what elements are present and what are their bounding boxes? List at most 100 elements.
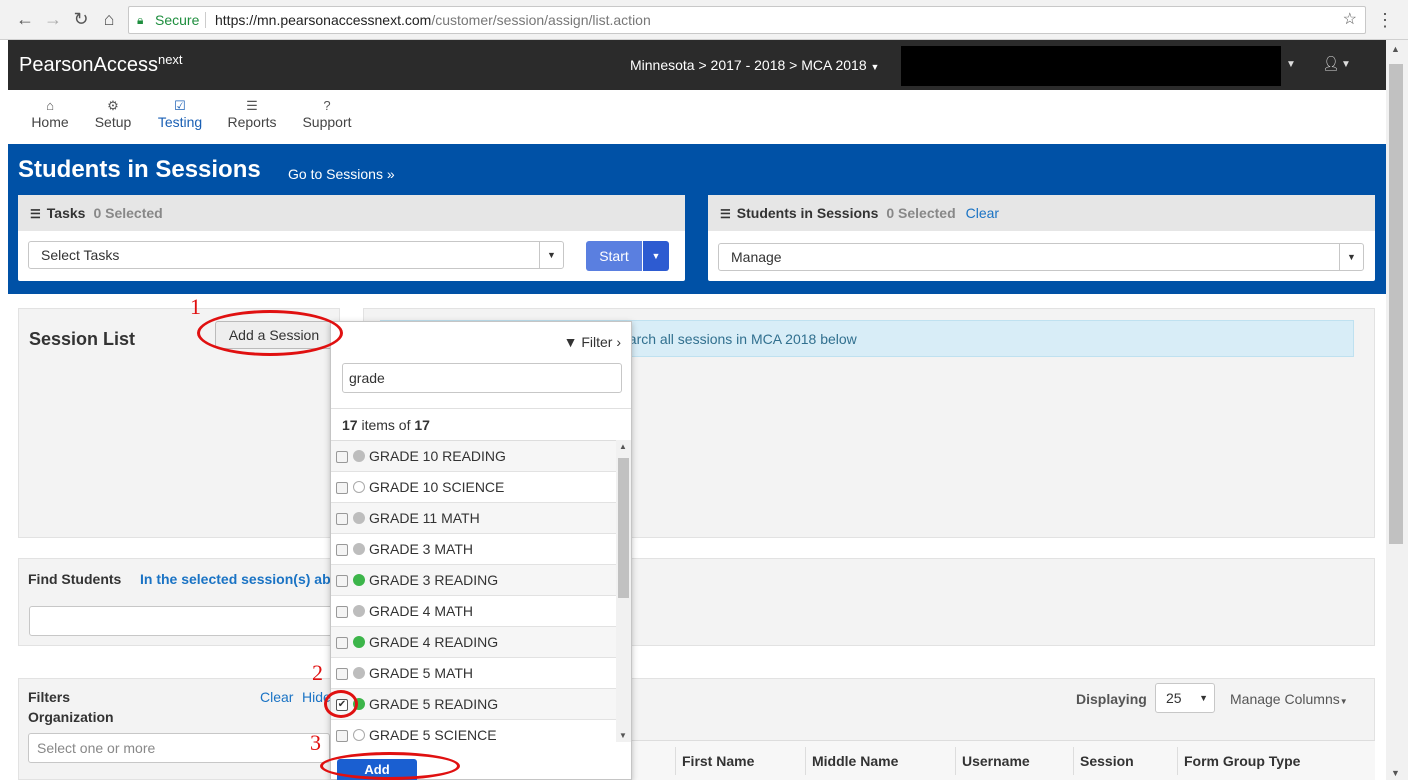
back-icon[interactable]: ← <box>14 9 36 30</box>
item-checkbox[interactable] <box>336 544 348 556</box>
url-text: https://mn.pearsonaccessnext.com/custome… <box>215 7 651 33</box>
scroll-thumb[interactable] <box>618 458 629 598</box>
start-button[interactable]: Start <box>586 241 642 271</box>
nav-reports[interactable]: ☰ Reports <box>226 98 278 130</box>
count-total: 17 <box>414 417 430 433</box>
lock-icon: 🔒︎ <box>137 13 144 27</box>
list-item[interactable]: GRADE 5 SCIENCE <box>331 720 616 742</box>
filters-clear-link[interactable]: Clear <box>260 689 293 705</box>
organization-label: Organization <box>28 709 114 725</box>
scroll-down-icon[interactable]: ▼ <box>1391 768 1400 778</box>
list-item[interactable]: GRADE 3 MATH <box>331 534 616 565</box>
browser-menu-icon[interactable]: ⋮ <box>1376 10 1394 31</box>
item-checkbox[interactable] <box>336 575 348 587</box>
students-in-sessions-panel: ☰ Students in Sessions 0 Selected Clear Man… <box>708 195 1375 281</box>
col-middle-name[interactable]: Middle Name <box>805 747 955 775</box>
annotation-oval <box>324 690 358 718</box>
per-page-select[interactable]: 25 ▼ <box>1155 683 1215 713</box>
col-username[interactable]: Username <box>955 747 1073 775</box>
org-breadcrumb[interactable]: Minnesota > 2017 - 2018 > MCA 2018 ▼ <box>630 57 879 73</box>
col-session[interactable]: Session <box>1073 747 1177 775</box>
manage-value: Manage <box>731 249 782 265</box>
page-header: Students in Sessions Go to Sessions » ☰ T… <box>8 144 1386 304</box>
select-tasks-value: Select Tasks <box>41 247 120 263</box>
count-shown: 17 <box>342 417 358 433</box>
tasks-panel-header: ☰ Tasks 0 Selected <box>18 195 685 231</box>
list-item[interactable]: ✔ GRADE 5 READING <box>331 689 616 720</box>
organization-select[interactable]: Select one or more <box>28 733 330 763</box>
breadcrumb-text: Minnesota > 2017 - 2018 > MCA 2018 <box>630 57 867 73</box>
nav-testing-label: Testing <box>157 114 203 130</box>
chevron-down-icon[interactable]: ▼ <box>1286 59 1296 70</box>
page-scroll-thumb[interactable] <box>1389 64 1403 544</box>
list-item[interactable]: GRADE 3 READING <box>331 565 616 596</box>
item-checkbox[interactable] <box>336 513 348 525</box>
filter-toggle[interactable]: ▼ Filter › <box>564 334 621 350</box>
manage-columns-label: Manage Columns <box>1230 691 1340 707</box>
select-tasks-dropdown[interactable]: Select Tasks ▼ <box>28 241 564 269</box>
item-checkbox[interactable] <box>336 451 348 463</box>
list-item[interactable]: GRADE 4 READING <box>331 627 616 658</box>
start-dropdown-toggle[interactable]: ▼ <box>643 241 669 271</box>
item-label: GRADE 5 SCIENCE <box>369 727 497 742</box>
list-icon: ☰ <box>30 207 41 221</box>
forward-icon[interactable]: → <box>42 9 64 30</box>
main-nav: ⌂ Home ⚙ Setup ☑ Testing ☰ Reports ? Sup… <box>8 90 1386 144</box>
list-item[interactable]: GRADE 10 SCIENCE <box>331 472 616 503</box>
col-form-group-type[interactable]: Form Group Type <box>1177 747 1375 775</box>
go-to-sessions-link[interactable]: Go to Sessions » <box>288 166 395 182</box>
nav-setup[interactable]: ⚙ Setup <box>92 98 134 130</box>
chevron-down-icon: ▼ <box>651 251 661 261</box>
reload-icon[interactable]: ↻ <box>70 9 92 30</box>
home-icon: ⌂ <box>46 98 54 113</box>
manage-columns-dropdown[interactable]: Manage Columns▼ <box>1230 691 1348 707</box>
sis-title: Students in Sessions <box>736 205 879 221</box>
sis-selected-count: 0 Selected <box>886 205 956 221</box>
list-item[interactable]: GRADE 10 READING <box>331 441 616 472</box>
status-dot-icon <box>353 605 365 617</box>
brand-logo[interactable]: PearsonAccessnext <box>19 52 183 77</box>
annotation-number: 1 <box>190 294 201 319</box>
session-search-input[interactable]: grade <box>342 363 622 393</box>
scroll-up-icon[interactable]: ▲ <box>619 442 627 451</box>
bookmark-star-icon[interactable]: ☆ <box>1343 7 1357 33</box>
col-first-name[interactable]: First Name <box>675 747 805 775</box>
chevron-down-icon[interactable]: ▼ <box>1341 59 1351 70</box>
scroll-down-icon[interactable]: ▼ <box>619 731 627 740</box>
popup-divider <box>331 408 631 409</box>
list-icon: ☰ <box>246 98 258 113</box>
scroll-up-icon[interactable]: ▲ <box>1391 44 1400 54</box>
item-checkbox[interactable] <box>336 606 348 618</box>
sis-clear-link[interactable]: Clear <box>966 205 999 221</box>
item-checkbox[interactable] <box>336 668 348 680</box>
nav-support[interactable]: ? Support <box>300 98 354 130</box>
find-students-input[interactable] <box>29 606 359 636</box>
chevron-down-icon: ▼ <box>1199 693 1208 703</box>
status-dot-icon <box>353 667 365 679</box>
nav-testing[interactable]: ☑ Testing <box>156 98 204 130</box>
user-icon[interactable]: 👤︎ <box>1322 55 1340 72</box>
session-list-title: Session List <box>29 329 136 349</box>
chevron-down-icon: ▼ <box>539 242 563 268</box>
find-students-title: Find Students <box>28 571 122 587</box>
annotation-number: 2 <box>312 660 323 685</box>
filter-label: Filter <box>581 334 613 350</box>
address-separator <box>205 12 206 28</box>
list-scrollbar[interactable]: ▲ ▼ <box>616 440 631 742</box>
item-label: GRADE 10 SCIENCE <box>369 479 505 495</box>
list-item[interactable]: GRADE 5 MATH <box>331 658 616 689</box>
list-item[interactable]: GRADE 11 MATH <box>331 503 616 534</box>
item-count: 17 items of 17 <box>342 417 430 433</box>
manage-dropdown[interactable]: Manage ▼ <box>718 243 1364 271</box>
find-students-scope[interactable]: In the selected session(s) ab <box>140 571 331 587</box>
nav-home[interactable]: ⌂ Home <box>30 98 70 130</box>
list-item[interactable]: GRADE 4 MATH <box>331 596 616 627</box>
item-checkbox[interactable] <box>336 482 348 494</box>
item-checkbox[interactable] <box>336 730 348 742</box>
students-table-header: First Name Middle Name Username Session … <box>627 740 1375 780</box>
item-checkbox[interactable] <box>336 637 348 649</box>
home-browser-icon[interactable]: ⌂ <box>98 9 120 30</box>
address-bar[interactable]: 🔒︎ Secure https://mn.pearsonaccessnext.c… <box>128 6 1366 34</box>
add-session-popup: ▼ Filter › grade 17 items of 17 GRADE 10… <box>330 321 632 780</box>
page-scrollbar[interactable]: ▲ ▼ <box>1386 40 1408 780</box>
